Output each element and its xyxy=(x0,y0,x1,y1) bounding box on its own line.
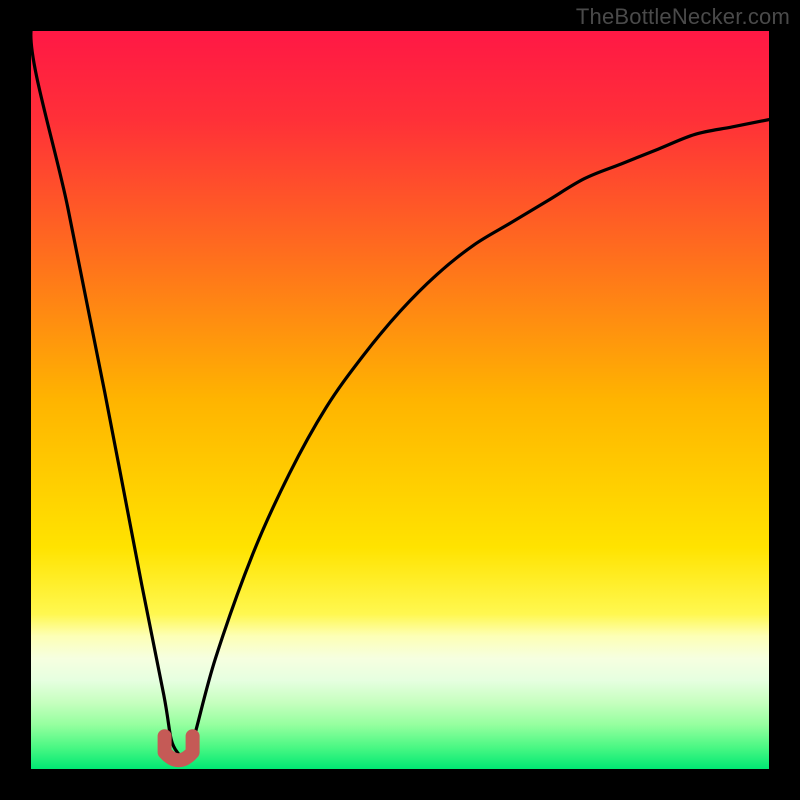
bottleneck-curve xyxy=(31,31,769,755)
curve-layer xyxy=(31,31,769,769)
watermark-text: TheBottleNecker.com xyxy=(576,4,790,30)
chart-frame: TheBottleNecker.com xyxy=(0,0,800,800)
minimum-marker xyxy=(165,736,193,760)
plot-area xyxy=(31,31,769,769)
